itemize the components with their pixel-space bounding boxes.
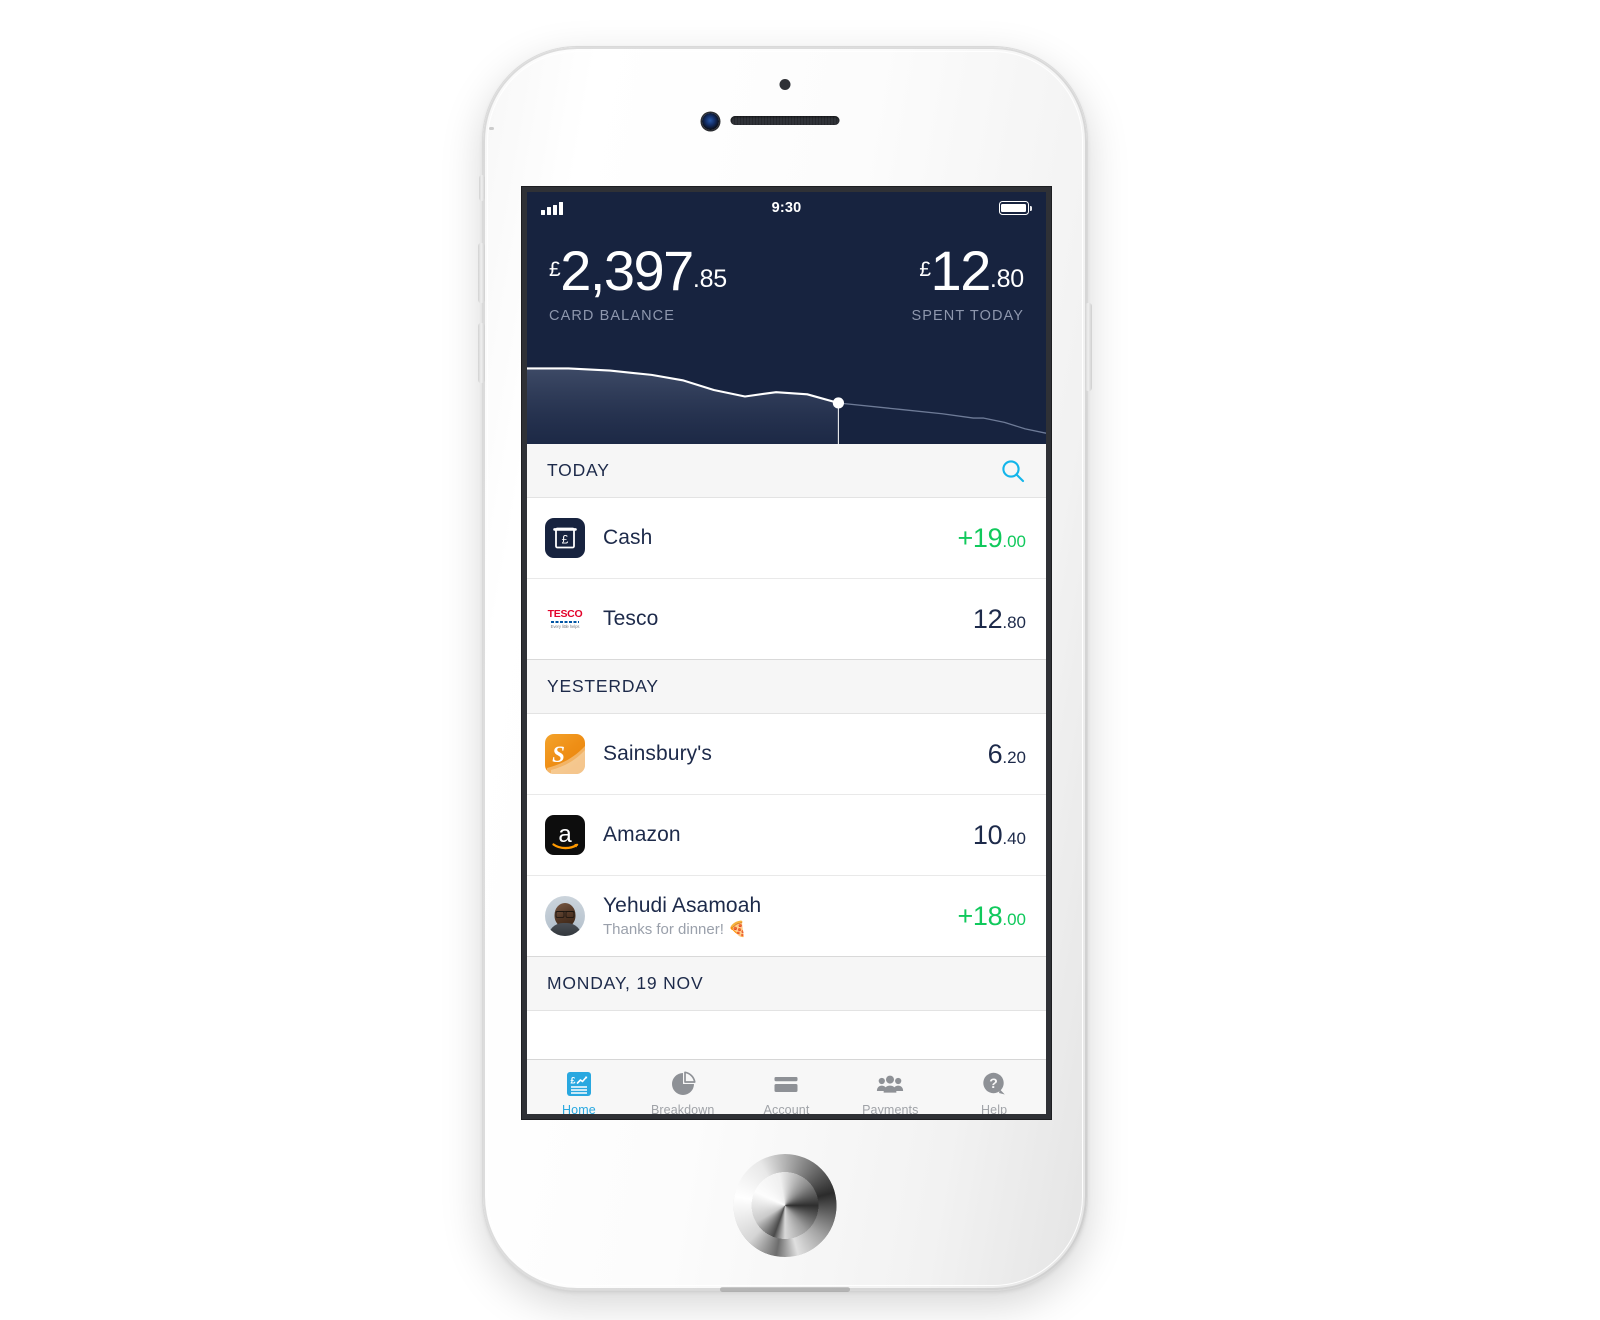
card-icon [774,1077,798,1092]
pie-chart-icon [671,1071,696,1095]
power-button[interactable] [1085,303,1092,391]
contact-avatar [545,896,585,936]
merchant-info: Cash [585,526,957,550]
amount-major: +19 [957,522,1003,553]
tesco-logo-icon: TESCO Every little helps [547,607,583,630]
merchant-info: Yehudi Asamoah Thanks for dinner! 🍕 [585,894,957,938]
section-title: TODAY [547,460,610,480]
merchant-name: Cash [603,526,653,549]
table-row[interactable]: £ Cash +19.00 [527,498,1046,579]
card-balance-decimals: .85 [692,265,727,293]
spent-today-block[interactable]: £12.80 SPENT TODAY [787,238,1024,324]
mute-switch[interactable] [479,175,485,201]
transaction-amount: 6.20 [988,739,1026,770]
section-header-today: TODAY [527,444,1046,498]
card-balance-currency: £ [549,258,561,281]
balance-header: 9:30 £2,397.85 CARD BALANCE £12.80 SPENT… [527,192,1046,444]
status-bar-clock: 9:30 [771,200,802,216]
amount-minor: .00 [1002,909,1026,929]
people-icon [877,1075,904,1093]
table-row[interactable]: a Amazon 10.40 [527,795,1046,876]
merchant-info: Amazon [585,823,973,847]
avatar: TESCO Every little helps [545,599,585,639]
balance-trend-chart[interactable] [527,336,1046,444]
amount-minor: .00 [1002,531,1026,551]
table-row[interactable]: S Sainsbury's 6.20 [527,714,1046,795]
tab-label: Breakdown [650,1103,715,1114]
spent-today-currency: £ [919,258,931,281]
amount-minor: .40 [1002,828,1026,848]
transaction-amount: +19.00 [957,523,1026,554]
amount-major: 6 [987,738,1003,769]
table-row[interactable]: Yehudi Asamoah Thanks for dinner! 🍕 +18.… [527,876,1046,957]
spent-today-major: 12 [930,239,992,302]
transaction-note: Thanks for dinner! 🍕 [603,921,747,938]
tab-payments[interactable]: Payments [838,1069,942,1114]
amount-minor: .20 [1002,747,1026,767]
spent-today-decimals: .80 [989,265,1024,293]
amount-major: +18 [957,900,1003,931]
avatar [545,896,585,936]
section-header-yesterday: YESTERDAY [527,660,1046,714]
card-balance-label: CARD BALANCE [549,308,676,324]
tab-home[interactable]: £ Home [527,1069,631,1114]
svg-text:a: a [558,821,572,848]
home-button[interactable] [733,1154,837,1257]
amount-minor: .80 [1002,612,1026,632]
tab-label: Payments [862,1103,919,1114]
section-title: MONDAY, 19 NOV [547,973,704,993]
antenna-line [489,127,494,130]
tab-label: Home [562,1103,596,1114]
earpiece-speaker-icon [730,116,840,125]
search-icon[interactable] [1000,458,1026,484]
cash-note-icon: £ [545,518,585,558]
tab-bar: £ Home Breakdown Account Payments ? Help [527,1059,1046,1114]
sainsburys-logo-icon: S [545,734,585,774]
balance-summary: £2,397.85 CARD BALANCE £12.80 SPENT TODA… [527,224,1046,324]
transaction-list[interactable]: TODAY £ Cash +19.00 TESCO Every little h… [527,444,1046,1059]
status-bar: 9:30 [527,192,1046,224]
merchant-info: Tesco [585,607,973,631]
card-balance-block[interactable]: £2,397.85 CARD BALANCE [549,238,787,324]
table-row[interactable]: TESCO Every little helps Tesco 12.80 [527,579,1046,660]
tab-account[interactable]: Account [735,1069,839,1114]
svg-text:£: £ [562,533,569,547]
svg-text:£: £ [570,1076,575,1086]
iphone-device: 9:30 £2,397.85 CARD BALANCE £12.80 SPENT… [478,47,1092,1292]
card-balance-major: 2,397 [560,239,694,302]
avatar: a [545,815,585,855]
transaction-amount: +18.00 [957,901,1026,932]
svg-text:S: S [552,742,565,767]
tab-label: Account [763,1103,810,1114]
contact-name: Yehudi Asamoah [603,894,762,917]
merchant-name: Sainsbury's [603,742,712,765]
avatar: S [545,734,585,774]
avatar: £ [545,518,585,558]
merchant-name: Amazon [603,823,681,846]
antenna-line [720,1287,850,1292]
svg-text:?: ? [989,1075,998,1091]
tab-help[interactable]: ? Help [942,1069,1046,1114]
tab-breakdown[interactable]: Breakdown [631,1069,735,1114]
statement-pound-icon: £ [566,1072,591,1096]
amazon-logo-icon: a [545,815,585,855]
proximity-sensor-icon [779,79,791,90]
spent-today-label: SPENT TODAY [911,308,1024,324]
amount-major: 10 [972,819,1003,850]
transaction-amount: 10.40 [973,820,1026,851]
amount-major: 12 [972,603,1003,634]
tab-label: Help [981,1103,1008,1114]
screenshot-stage: 9:30 £2,397.85 CARD BALANCE £12.80 SPENT… [0,0,1600,1320]
question-bubble-icon: ? [983,1072,1005,1095]
section-title: YESTERDAY [547,676,659,696]
volume-down-button[interactable] [478,323,485,383]
merchant-info: Sainsbury's [585,742,988,766]
front-camera-icon [702,113,719,130]
merchant-name: Tesco [603,607,659,630]
volume-up-button[interactable] [478,243,485,303]
phone-screen: 9:30 £2,397.85 CARD BALANCE £12.80 SPENT… [527,192,1046,1114]
section-header-monday: MONDAY, 19 NOV [527,957,1046,1011]
transaction-amount: 12.80 [973,604,1026,635]
